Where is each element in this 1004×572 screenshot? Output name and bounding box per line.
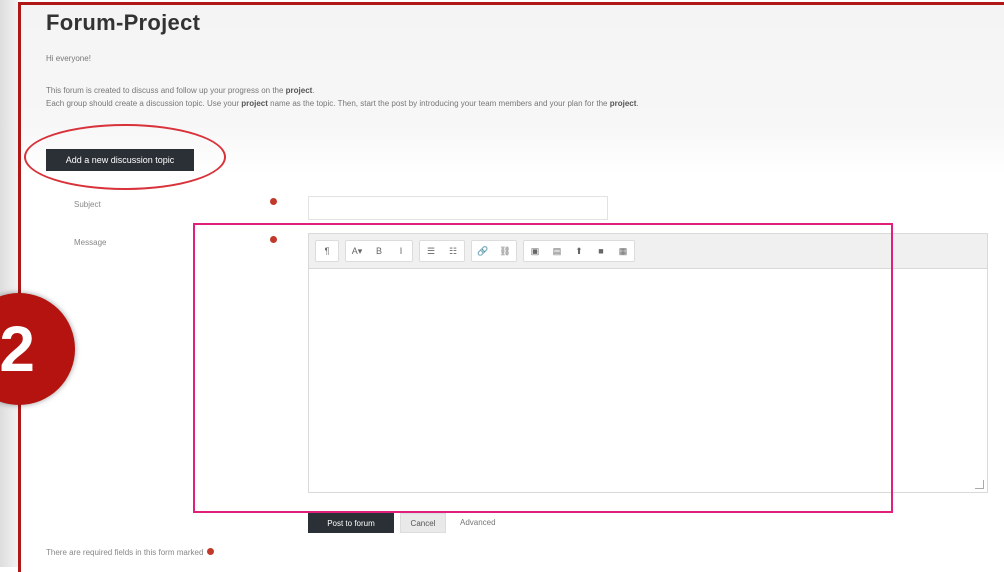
required-icon	[270, 198, 277, 205]
annotation-ellipse	[24, 124, 226, 190]
intro-text: This forum is created to discuss and fol…	[46, 86, 286, 95]
step-number-badge: 2	[0, 293, 75, 405]
intro-text: name as the topic. Then, start the post …	[267, 99, 610, 108]
subject-label: Subject	[74, 200, 101, 209]
intro-keyword: project	[241, 99, 268, 108]
intro-keyword: project	[609, 99, 637, 108]
required-icon	[207, 548, 215, 555]
cancel-button[interactable]: Cancel	[400, 513, 446, 533]
page-title: Forum-Project	[46, 10, 201, 35]
subject-input[interactable]	[308, 196, 608, 220]
greeting-text: Hi everyone!	[46, 54, 91, 63]
intro-line-2: Each group should create a discussion to…	[46, 99, 639, 108]
step-number: 2	[0, 313, 35, 385]
forum-intro: This forum is created to discuss and fol…	[46, 84, 639, 110]
required-fields-note: There are required fields in this form m…	[46, 548, 215, 557]
intro-keyword: project	[285, 86, 313, 95]
resize-handle[interactable]	[975, 480, 984, 489]
advanced-link[interactable]: Advanced	[460, 518, 496, 527]
left-edge	[0, 0, 18, 567]
intro-line-1: This forum is created to discuss and fol…	[46, 86, 315, 95]
post-to-forum-button[interactable]: Post to forum	[308, 513, 394, 533]
intro-text: Each group should create a discussion to…	[46, 99, 242, 108]
message-label: Message	[74, 238, 107, 247]
annotation-rectangle	[193, 223, 893, 513]
footnote-text: There are required fields in this form m…	[46, 548, 204, 557]
